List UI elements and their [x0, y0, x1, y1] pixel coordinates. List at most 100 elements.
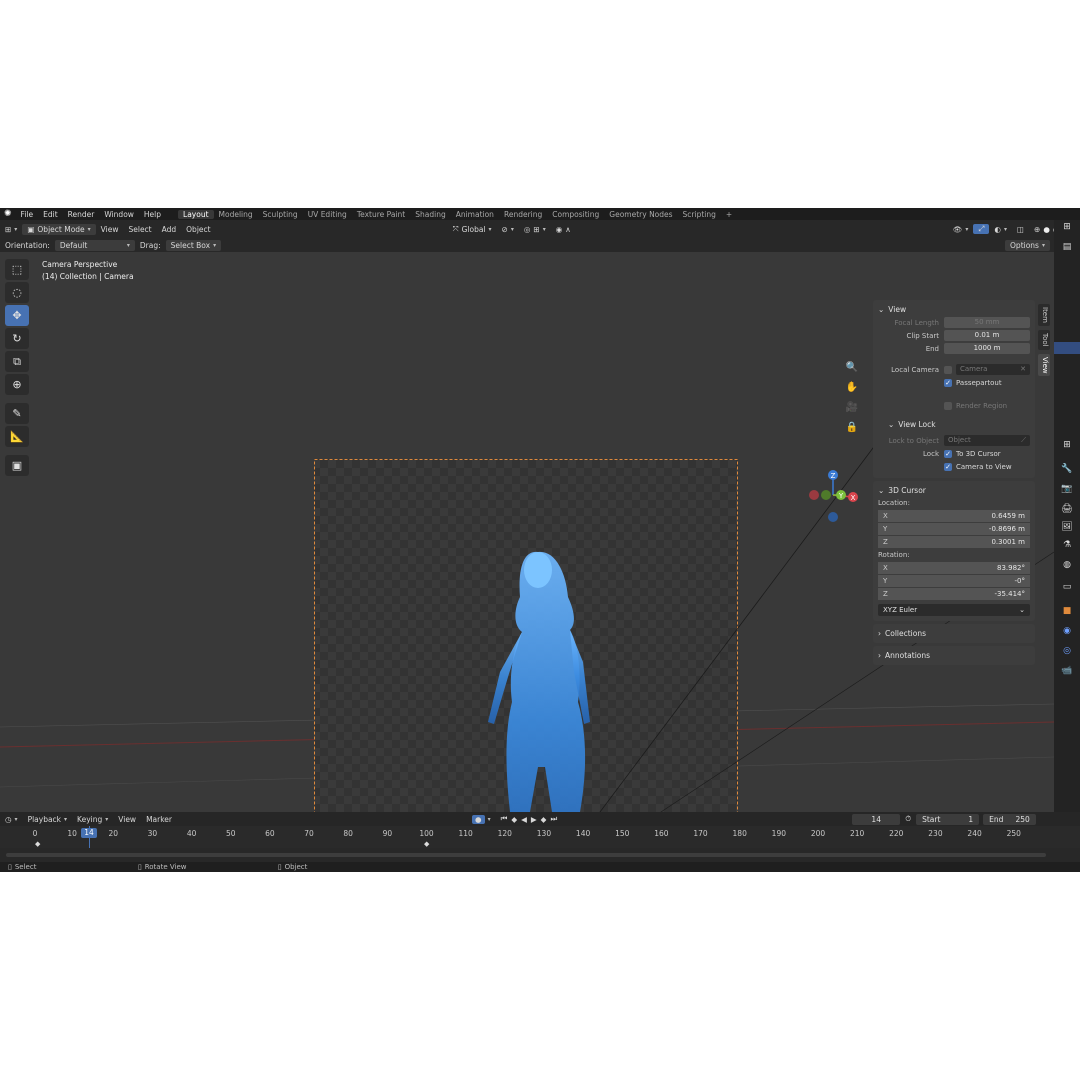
add-workspace-button[interactable]: +: [721, 210, 737, 219]
solid-shading-icon[interactable]: ●: [1043, 225, 1050, 234]
auto-keying-toggle[interactable]: ● ▾: [467, 814, 496, 824]
menu-help[interactable]: Help: [139, 210, 166, 219]
options-dropdown[interactable]: Options ▾: [1005, 239, 1050, 251]
timeline-ruler[interactable]: 0 10 20 30 40 50 60 70 80 90 100 110 120 130 140 150 160…: [0, 826, 1080, 862]
rotate-tool[interactable]: ↻: [5, 328, 29, 349]
mode-dropdown[interactable]: ▣ Object Mode ▾: [22, 223, 96, 235]
add-cube-tool[interactable]: ▣: [5, 455, 29, 476]
current-frame-field[interactable]: 14: [852, 813, 901, 825]
wireframe-shading-icon[interactable]: ⊕: [1034, 225, 1040, 234]
prev-keyframe-icon[interactable]: ◆: [511, 815, 517, 824]
scale-tool[interactable]: ⧉: [5, 351, 29, 372]
tool-properties-icon[interactable]: 🔧: [1060, 464, 1074, 478]
tab-rendering[interactable]: Rendering: [499, 210, 547, 219]
rotation-y-field[interactable]: Y -0°: [878, 575, 1030, 588]
gizmo-toggle[interactable]: ⤢: [973, 224, 990, 234]
menu-select[interactable]: Select: [123, 225, 156, 234]
tab-scripting[interactable]: Scripting: [678, 210, 721, 219]
marker-menu[interactable]: Marker: [141, 815, 177, 824]
location-z-field[interactable]: Z 0.3001 m: [878, 536, 1030, 549]
end-frame-field[interactable]: End 250: [983, 813, 1036, 825]
local-camera-checkbox[interactable]: [944, 365, 952, 374]
play-icon[interactable]: ▶: [531, 815, 537, 824]
playhead[interactable]: 14: [81, 828, 97, 838]
snap-toggle[interactable]: ◎ ⊞ ▾: [519, 225, 551, 234]
menu-object[interactable]: Object: [181, 225, 215, 234]
rotation-z-field[interactable]: Z -35.414°: [878, 588, 1030, 601]
tab-shading[interactable]: Shading: [410, 210, 450, 219]
constraints-properties-icon[interactable]: ◎: [1060, 646, 1074, 660]
menu-window[interactable]: Window: [99, 210, 139, 219]
physics-properties-icon[interactable]: ◉: [1060, 626, 1074, 640]
timeline-body[interactable]: [0, 848, 1080, 862]
tab-geometry-nodes[interactable]: Geometry Nodes: [604, 210, 677, 219]
proportional-edit-toggle[interactable]: ◉ ∧: [551, 225, 576, 234]
editor-type-button[interactable]: ⊞ ▾: [0, 225, 22, 234]
output-properties-icon[interactable]: 🖨: [1060, 504, 1074, 518]
play-reverse-icon[interactable]: ◀: [521, 815, 527, 824]
keyframe-marker[interactable]: ◆: [424, 840, 429, 848]
local-camera-field[interactable]: Camera ✕: [956, 364, 1030, 375]
hand-pan-icon[interactable]: ✋: [843, 382, 861, 398]
select-box-tool[interactable]: ⬚: [5, 259, 29, 280]
transform-tool[interactable]: ⊕: [5, 374, 29, 395]
tab-uv-editing[interactable]: UV Editing: [303, 210, 352, 219]
location-y-field[interactable]: Y -0.8696 m: [878, 523, 1030, 536]
collection-properties-icon[interactable]: ▭: [1060, 582, 1074, 596]
rotation-x-field[interactable]: X 83.982°: [878, 562, 1030, 575]
eyedropper-icon[interactable]: ⟋: [1021, 435, 1026, 446]
close-icon[interactable]: ✕: [1020, 364, 1026, 375]
menu-add[interactable]: Add: [157, 225, 182, 234]
menu-file[interactable]: File: [16, 210, 39, 219]
playback-menu[interactable]: Playback ▾: [23, 815, 72, 824]
outliner-selected-row[interactable]: [1054, 342, 1080, 354]
render-properties-icon[interactable]: 📷: [1060, 484, 1074, 498]
jump-end-icon[interactable]: ⏭: [550, 814, 557, 824]
tab-modeling[interactable]: Modeling: [214, 210, 258, 219]
pivot-dropdown[interactable]: ⊘ ▾: [497, 225, 519, 234]
3d-viewport[interactable]: Z Y X Camera Perspective (14) Collection…: [0, 252, 1054, 812]
focal-length-field[interactable]: 50 mm: [944, 317, 1030, 328]
measure-tool[interactable]: 📐: [5, 426, 29, 447]
view-panel-header[interactable]: ⌄ View: [878, 303, 1030, 316]
jump-start-icon[interactable]: ⏮: [501, 814, 508, 824]
to-3d-cursor-checkbox[interactable]: ✓: [944, 449, 952, 458]
3d-cursor-panel-header[interactable]: ⌄ 3D Cursor: [878, 484, 1030, 497]
view-lock-header[interactable]: ⌄ View Lock: [878, 418, 1030, 431]
gizmo-neg-z-axis[interactable]: [828, 512, 838, 522]
tab-layout[interactable]: Layout: [178, 209, 214, 219]
stopwatch-icon[interactable]: ⏱: [900, 814, 916, 824]
gizmo-neg-x-axis[interactable]: [809, 490, 819, 500]
view-layer-properties-icon[interactable]: 🖼: [1060, 522, 1074, 536]
overlays-toggle[interactable]: ◐ ▾: [989, 225, 1012, 234]
xray-toggle[interactable]: ◫: [1012, 225, 1029, 234]
zoom-icon[interactable]: 🔍: [843, 362, 861, 378]
filter-icon[interactable]: ▤: [1060, 242, 1074, 256]
cursor-tool[interactable]: ◌: [5, 282, 29, 303]
menu-edit[interactable]: Edit: [38, 210, 63, 219]
keying-menu[interactable]: Keying ▾: [72, 815, 113, 824]
annotations-panel[interactable]: › Annotations: [873, 646, 1035, 665]
object-properties-icon[interactable]: ■: [1060, 606, 1074, 620]
tab-sculpting[interactable]: Sculpting: [258, 210, 303, 219]
clip-start-field[interactable]: 0.01 m: [944, 330, 1030, 341]
transform-orientation-dropdown[interactable]: ⤧ Global ▾: [448, 224, 497, 234]
tab-tool[interactable]: Tool: [1038, 329, 1050, 350]
timeline-view-menu[interactable]: View: [113, 815, 141, 824]
outliner-editor-icon[interactable]: ⊞: [1060, 222, 1074, 236]
tab-compositing[interactable]: Compositing: [547, 210, 604, 219]
tab-view[interactable]: View: [1038, 353, 1050, 377]
tab-texture-paint[interactable]: Texture Paint: [352, 210, 410, 219]
menu-view[interactable]: View: [96, 225, 124, 234]
tab-animation[interactable]: Animation: [451, 210, 499, 219]
tab-item[interactable]: Item: [1038, 304, 1050, 326]
passepartout-checkbox[interactable]: ✓: [944, 378, 952, 387]
scene-properties-icon[interactable]: ⚗: [1060, 540, 1074, 554]
world-properties-icon[interactable]: ◍: [1060, 560, 1074, 574]
lock-icon[interactable]: 🔒: [843, 422, 861, 438]
camera-view-icon[interactable]: 🎥: [843, 402, 861, 418]
timeline-editor-type[interactable]: ◷ ▾: [0, 815, 23, 824]
timeline-scrollbar[interactable]: [6, 853, 1046, 857]
gizmo-neg-y-axis[interactable]: [821, 490, 831, 500]
next-keyframe-icon[interactable]: ◆: [541, 815, 547, 824]
